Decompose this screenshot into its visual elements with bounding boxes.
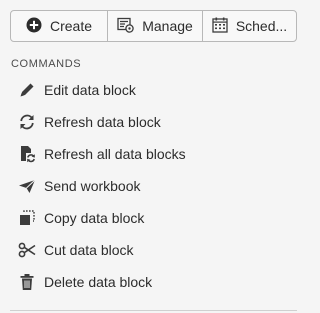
send-workbook-label: Send workbook — [44, 178, 141, 194]
schedule-button-label: Sched... — [235, 18, 288, 34]
create-button-label: Create — [49, 18, 93, 34]
refresh-data-block-label: Refresh data block — [44, 114, 161, 130]
delete-data-block-item[interactable]: Delete data block — [0, 266, 313, 298]
refresh-icon — [18, 113, 36, 131]
plus-circle-icon — [26, 17, 42, 36]
copy-icon — [18, 209, 36, 227]
trash-icon — [18, 273, 36, 291]
refresh-all-icon — [18, 145, 36, 163]
calendar-icon — [212, 17, 228, 36]
commands-list: Edit data block Refresh data block Refre… — [0, 74, 313, 298]
panel-divider — [10, 310, 297, 311]
commands-heading: COMMANDS — [11, 58, 82, 70]
schedule-button[interactable]: Sched... — [202, 11, 296, 41]
copy-data-block-item[interactable]: Copy data block — [0, 202, 313, 234]
action-toolbar: Create Manage Sched... — [10, 10, 297, 42]
scissors-icon — [18, 241, 36, 259]
copy-data-block-label: Copy data block — [44, 210, 145, 226]
delete-data-block-label: Delete data block — [44, 274, 153, 290]
refresh-all-data-blocks-item[interactable]: Refresh all data blocks — [0, 138, 313, 170]
edit-data-block-label: Edit data block — [44, 82, 136, 98]
refresh-all-data-blocks-label: Refresh all data blocks — [44, 146, 186, 162]
cut-data-block-item[interactable]: Cut data block — [0, 234, 313, 266]
send-workbook-item[interactable]: Send workbook — [0, 170, 313, 202]
pencil-icon — [18, 81, 36, 99]
manage-button[interactable]: Manage — [107, 11, 202, 41]
refresh-data-block-item[interactable]: Refresh data block — [0, 106, 313, 138]
send-icon — [18, 177, 36, 195]
manage-button-label: Manage — [142, 18, 193, 34]
cut-data-block-label: Cut data block — [44, 242, 134, 258]
create-button[interactable]: Create — [11, 11, 107, 41]
edit-data-block-item[interactable]: Edit data block — [0, 74, 313, 106]
manage-settings-icon — [117, 17, 134, 36]
